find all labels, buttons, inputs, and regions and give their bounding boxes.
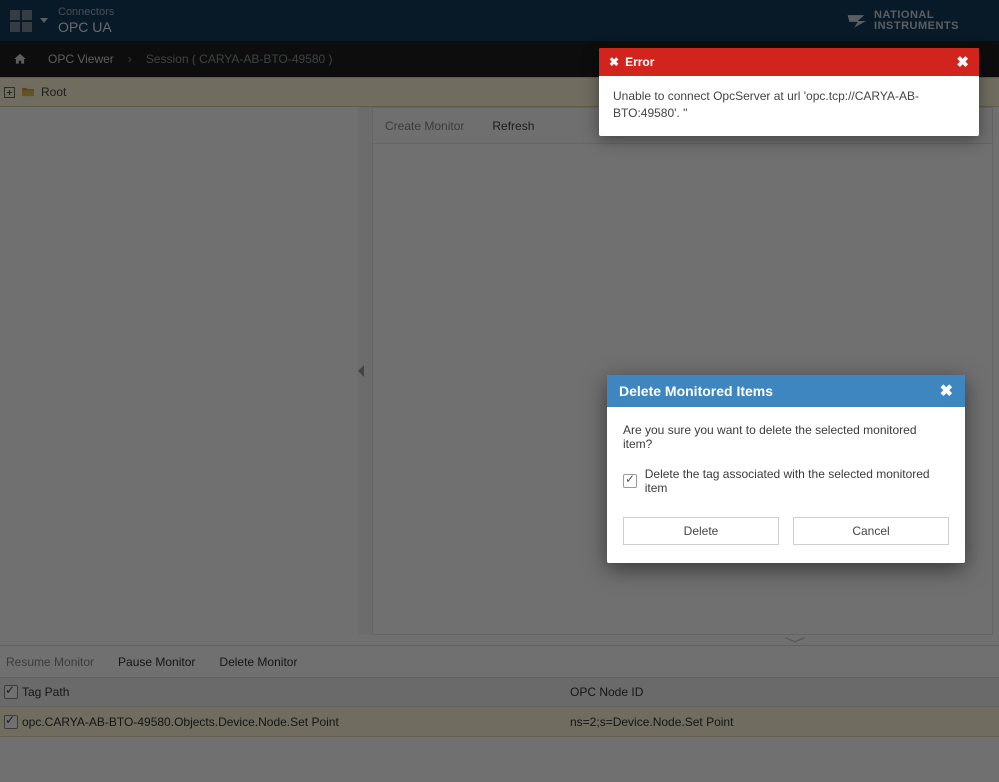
dialog-title: Delete Monitored Items (619, 383, 773, 399)
cancel-button[interactable]: Cancel (793, 517, 949, 545)
error-icon: ✖ (609, 55, 619, 69)
checkbox-label: Delete the tag associated with the selec… (645, 467, 949, 495)
dialog-prompt: Are you sure you want to delete the sele… (623, 423, 949, 451)
error-toast: ✖ Error ✖ Unable to connect OpcServer at… (599, 48, 979, 136)
close-icon[interactable]: ✖ (940, 381, 953, 401)
delete-dialog: Delete Monitored Items ✖ Are you sure yo… (607, 375, 965, 563)
delete-button[interactable]: Delete (623, 517, 779, 545)
checkbox-icon[interactable] (623, 474, 637, 488)
toast-message: Unable to connect OpcServer at url 'opc.… (599, 76, 979, 136)
close-icon[interactable]: ✖ (956, 53, 969, 71)
delete-tag-checkbox[interactable]: Delete the tag associated with the selec… (623, 467, 949, 495)
toast-title: Error (625, 55, 654, 69)
